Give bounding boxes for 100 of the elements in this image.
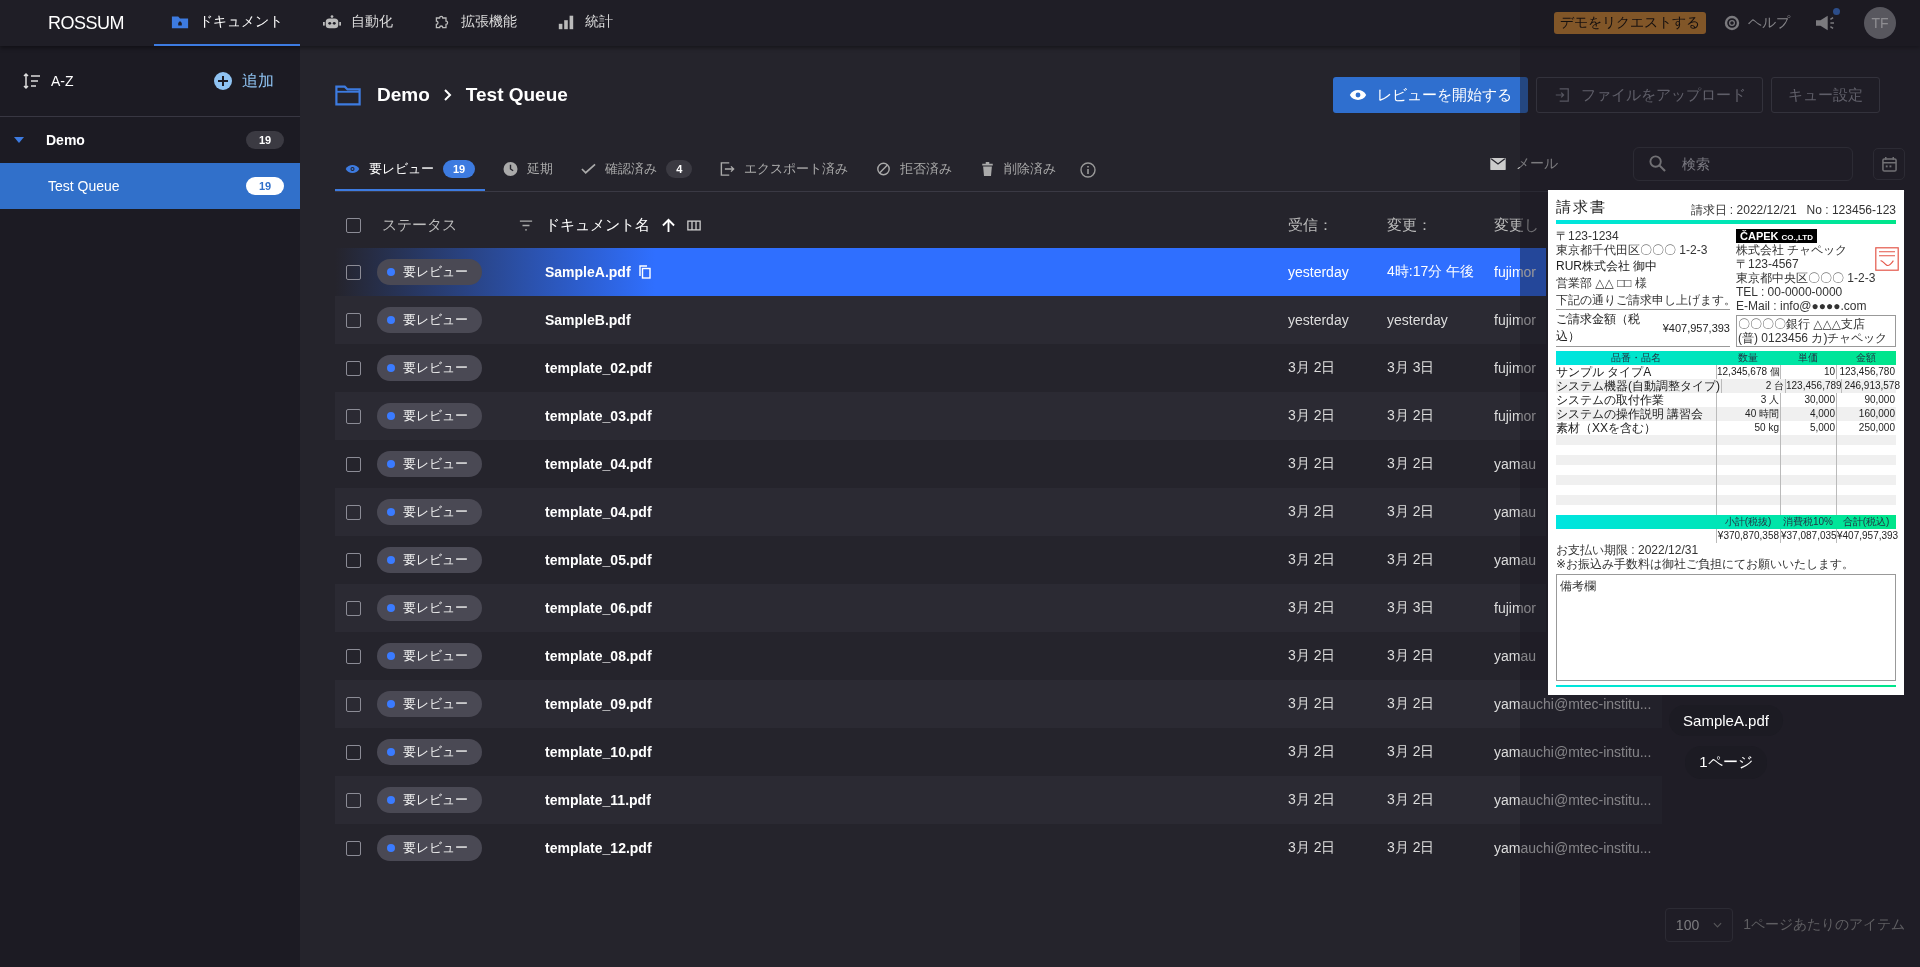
document-name[interactable]: template_11.pdf [545, 792, 651, 808]
document-row[interactable]: 要レビュー template_02.pdf 3月 2日 3月 3日 fujimor [335, 344, 1546, 392]
row-checkbox[interactable] [346, 360, 361, 376]
document-name[interactable]: template_03.pdf [545, 408, 652, 424]
queue-group[interactable]: Demo 19 [0, 117, 300, 163]
modified-date: yesterday [1387, 312, 1448, 328]
row-checkbox[interactable] [346, 504, 361, 520]
caret-icon [14, 137, 24, 143]
document-row[interactable]: 要レビュー template_10.pdf 3月 2日 3月 2日 yamauchi@mtec-institu... [335, 728, 1662, 776]
info-icon[interactable] [1080, 162, 1097, 178]
document-name[interactable]: template_08.pdf [545, 648, 652, 664]
table-cell: yamau [1494, 504, 1537, 520]
invoice-cell: ¥407,957,393 [1836, 529, 1896, 543]
row-checkbox[interactable] [346, 744, 361, 760]
document-row[interactable]: 要レビュー template_09.pdf 3月 2日 3月 2日 yamauchi@mtec-institu... [335, 680, 1662, 728]
document-name[interactable]: template_04.pdf [545, 456, 652, 472]
nav-tab[interactable]: 拡張機能 [416, 0, 534, 46]
table-cell: yamauchi@mtec-institu... [1494, 744, 1652, 760]
address-line: 東京都千代田区〇〇〇 1-2-3 [1556, 243, 1709, 257]
breadcrumb-link[interactable]: Demo [377, 84, 430, 106]
queue-item[interactable]: Test Queue 19 [0, 163, 300, 209]
table-cell: fujimor [1494, 312, 1536, 328]
invoice-cell: 4,000 [1780, 407, 1836, 421]
invoice-column-header: 数量 [1737, 351, 1759, 365]
issuer-line: 東京都中央区〇〇〇 1-2-3 [1736, 271, 1876, 285]
status-chip: 要レビュー [377, 451, 482, 477]
row-checkbox[interactable] [346, 840, 361, 856]
document-row[interactable]: 要レビュー template_04.pdf 3月 2日 3月 2日 yamau [335, 488, 1546, 536]
help-link[interactable]: ヘルプ [1724, 14, 1790, 32]
filter-icon[interactable] [519, 219, 533, 231]
column-header[interactable]: 変更し [1494, 215, 1539, 235]
table-cell: yamauchi@mtec-institu... [1494, 792, 1652, 808]
status-tab[interactable]: 延期 [493, 149, 564, 191]
column-header[interactable]: 変更： [1387, 215, 1432, 235]
add-button[interactable]: 追加 [208, 69, 280, 93]
document-preview[interactable] [1548, 190, 1904, 695]
document-name[interactable]: SampleB.pdf [545, 312, 631, 328]
row-checkbox[interactable] [346, 600, 361, 616]
action-button[interactable]: レビューを開始する [1333, 77, 1528, 113]
document-name[interactable]: template_02.pdf [545, 360, 652, 376]
row-checkbox[interactable] [346, 264, 361, 280]
document-row[interactable]: 要レビュー template_04.pdf 3月 2日 3月 2日 yamau [335, 440, 1546, 488]
sort-button[interactable]: A-Z [17, 71, 80, 91]
breadcrumb-link[interactable]: Test Queue [465, 84, 568, 106]
arrow-up-icon[interactable] [662, 217, 675, 233]
status-tab[interactable]: 拒否済み [866, 149, 963, 191]
document-name[interactable]: template_09.pdf [545, 696, 652, 712]
column-header[interactable]: ステータス [382, 215, 457, 235]
copy-icon[interactable] [638, 265, 651, 279]
status-tab[interactable]: 確認済み 4 [571, 149, 703, 191]
issuer-line: TEL : 00-0000-0000 [1736, 285, 1844, 299]
per-page-select[interactable]: 100 [1664, 908, 1734, 942]
document-name[interactable]: template_12.pdf [545, 840, 652, 856]
select-all-checkbox[interactable] [346, 217, 361, 233]
invoice-cell-text: システムの操作説明 講習会 [1556, 407, 1705, 421]
document-name[interactable]: template_05.pdf [545, 552, 652, 568]
megaphone-icon[interactable] [1814, 14, 1836, 32]
document-row[interactable]: 要レビュー template_06.pdf 3月 2日 3月 3日 fujimor [335, 584, 1546, 632]
status-tab[interactable]: 要レビュー 19 [335, 149, 486, 191]
modified-date: 3月 2日 [1387, 647, 1435, 665]
document-row[interactable]: 要レビュー template_03.pdf 3月 2日 3月 2日 fujimor [335, 392, 1546, 440]
invoice-title: 請求書 [1556, 198, 1607, 217]
row-checkbox[interactable] [346, 456, 361, 472]
invoice-column-header: 小計(税抜) [1723, 515, 1773, 529]
count-badge: 19 [443, 160, 476, 178]
document-row[interactable]: 要レビュー SampleB.pdf yesterday yesterday fujimor [335, 296, 1546, 344]
received-date: 3月 2日 [1288, 791, 1336, 809]
table-cell: fujimor [1494, 360, 1536, 376]
row-checkbox[interactable] [346, 552, 361, 568]
status-chip: 要レビュー [377, 355, 482, 381]
calendar-icon [1881, 156, 1897, 172]
status-tab[interactable]: エクスポート済み [710, 149, 859, 191]
row-checkbox[interactable] [346, 696, 361, 712]
status-chip: 要レビュー [377, 835, 482, 861]
mail-link[interactable]: メール [1490, 155, 1558, 173]
search-field[interactable]: 検索 [1633, 147, 1853, 181]
document-name[interactable]: template_04.pdf [545, 504, 652, 520]
columns-icon[interactable] [687, 219, 701, 231]
column-header[interactable]: ドキュメント名 [545, 215, 650, 235]
document-name[interactable]: template_10.pdf [545, 744, 652, 760]
calendar-button[interactable] [1873, 148, 1905, 180]
row-checkbox[interactable] [346, 408, 361, 424]
nav-tab[interactable]: 自動化 [306, 0, 410, 46]
document-row[interactable]: 要レビュー template_12.pdf 3月 2日 3月 2日 yamauchi@mtec-institu... [335, 824, 1662, 872]
row-checkbox[interactable] [346, 648, 361, 664]
nav-tab[interactable]: 統計 [540, 0, 630, 46]
row-checkbox[interactable] [346, 792, 361, 808]
column-header[interactable]: 受信： [1288, 215, 1333, 235]
invoice-number: No : 123456-123 [1806, 203, 1896, 217]
eye-icon [1349, 88, 1367, 102]
document-name[interactable]: template_06.pdf [545, 600, 652, 616]
row-checkbox[interactable] [346, 312, 361, 328]
status-tab[interactable]: 削除済み [970, 149, 1067, 191]
document-row[interactable]: 要レビュー template_08.pdf 3月 2日 3月 2日 yamau [335, 632, 1546, 680]
table-cell: yamau [1494, 552, 1537, 568]
status-chip: 要レビュー [377, 739, 482, 765]
logo[interactable]: ROSSUM [48, 12, 124, 34]
document-row[interactable]: 要レビュー template_11.pdf 3月 2日 3月 2日 yamauchi@mtec-institu... [335, 776, 1662, 824]
document-name[interactable]: SampleA.pdf [545, 264, 631, 280]
document-row[interactable]: 要レビュー template_05.pdf 3月 2日 3月 2日 yamau [335, 536, 1546, 584]
